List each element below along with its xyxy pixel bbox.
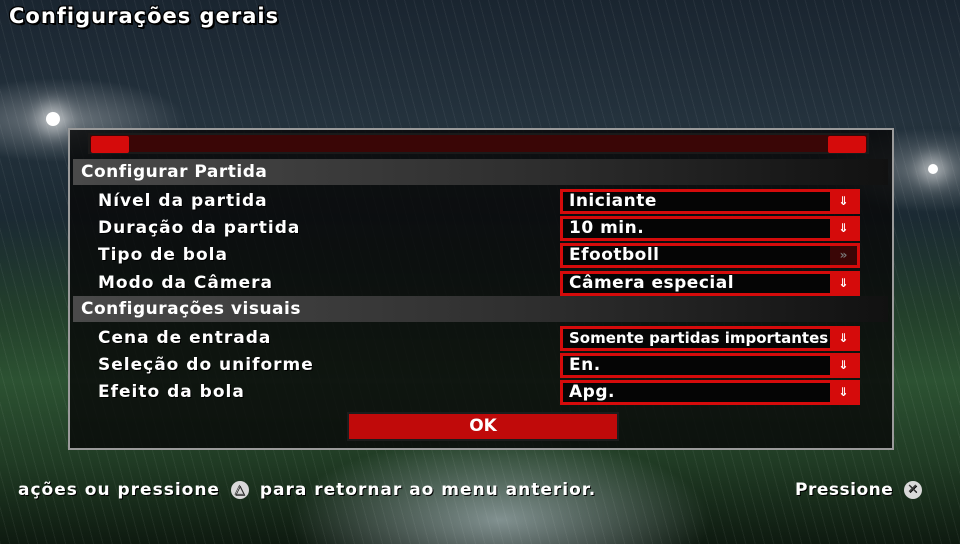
setting-field-kit-selection[interactable]: En. ⇓ — [560, 353, 860, 378]
scroll-bar[interactable] — [88, 133, 869, 154]
scroll-bar-right-cap — [828, 136, 866, 153]
double-chevron-down-icon[interactable]: ⇓ — [830, 192, 857, 211]
double-chevron-down-icon[interactable]: ⇓ — [830, 219, 857, 238]
section-header-visual: Configurações visuais — [73, 296, 888, 322]
stadium-light — [46, 112, 60, 126]
setting-field-match-duration[interactable]: 10 min. ⇓ — [560, 216, 860, 241]
cross-button-icon: ✕ — [903, 481, 922, 499]
setting-value: Efootboll — [569, 245, 660, 265]
triangle-button-icon: △ — [230, 481, 249, 499]
double-chevron-down-icon[interactable]: ⇓ — [830, 329, 857, 348]
setting-value: 10 min. — [569, 218, 645, 238]
setting-value: En. — [569, 355, 601, 375]
ok-button[interactable]: OK — [347, 412, 619, 441]
setting-field-match-level[interactable]: Iniciante ⇓ — [560, 189, 860, 214]
footer-hint-left: ações ou pressione △ para retornar ao me… — [18, 480, 596, 500]
setting-value: Câmera especial — [569, 273, 735, 293]
double-chevron-right-icon[interactable]: » — [830, 246, 857, 265]
setting-label-ball-type: Tipo de bola — [98, 245, 228, 265]
double-chevron-down-icon[interactable]: ⇓ — [830, 383, 857, 402]
setting-value: Somente partidas importantes — [569, 329, 829, 347]
setting-label-camera-mode: Modo da Câmera — [98, 273, 273, 293]
setting-value: Apg. — [569, 382, 615, 402]
setting-label-kit-selection: Seleção do uniforme — [98, 355, 314, 375]
stadium-light — [928, 164, 938, 174]
double-chevron-down-icon[interactable]: ⇓ — [830, 274, 857, 293]
footer-hint-right: Pressione ✕ — [795, 480, 926, 500]
footer-hint-text: ações ou pressione — [18, 480, 220, 500]
setting-label-match-level: Nível da partida — [98, 191, 268, 211]
footer-hint-text: para retornar ao menu anterior. — [259, 480, 597, 500]
setting-label-match-duration: Duração da partida — [98, 218, 301, 238]
double-chevron-down-icon[interactable]: ⇓ — [830, 356, 857, 375]
section-header-match: Configurar Partida — [73, 159, 888, 185]
setting-label-entrance-scene: Cena de entrada — [98, 328, 272, 348]
setting-field-ball-effect[interactable]: Apg. ⇓ — [560, 380, 860, 405]
setting-field-ball-type[interactable]: Efootboll » — [560, 243, 860, 268]
screen-title: Configurações gerais — [9, 4, 280, 28]
setting-field-entrance-scene[interactable]: Somente partidas importantes ⇓ — [560, 326, 860, 351]
setting-label-ball-effect: Efeito da bola — [98, 382, 245, 402]
scroll-bar-left-cap — [91, 136, 129, 153]
footer-hint-text: Pressione — [795, 480, 894, 500]
setting-value: Iniciante — [569, 191, 657, 211]
setting-field-camera-mode[interactable]: Câmera especial ⇓ — [560, 271, 860, 296]
